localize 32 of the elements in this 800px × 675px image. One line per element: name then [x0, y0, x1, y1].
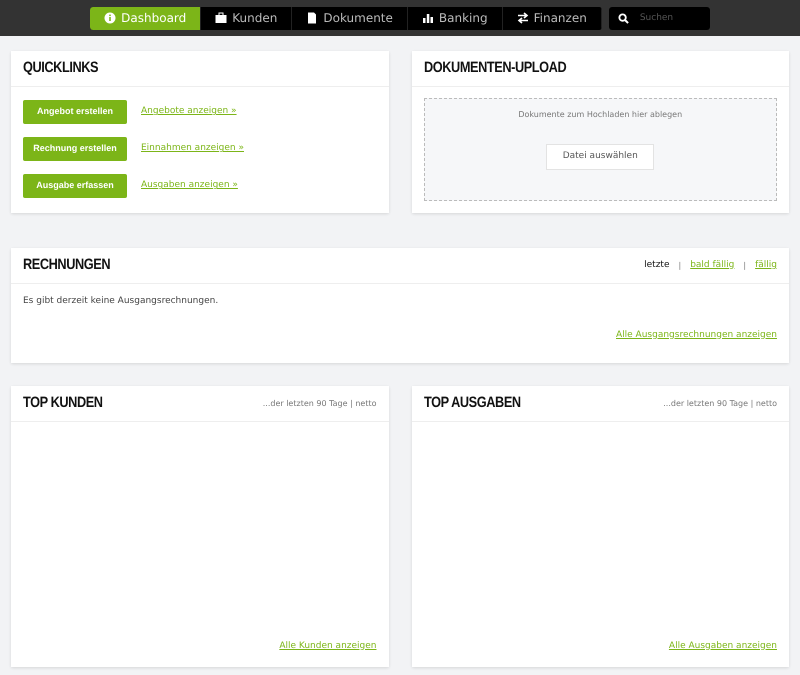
- card-subtitle: ...der letzten 90 Tage | netto: [663, 398, 777, 410]
- nav-tab[interactable]: Dashboard: [90, 6, 202, 30]
- filter-link[interactable]: fällig: [755, 258, 777, 272]
- card-title: RECHNUNGEN: [23, 255, 110, 276]
- link[interactable]: Angebote anzeigen »: [141, 105, 237, 119]
- drop-hint: Dokumente zum Hochladen hier ablegen: [518, 109, 682, 121]
- file-select-button[interactable]: Datei auswählen: [546, 144, 654, 170]
- empty-message: Es gibt derzeit keine Ausgangsrechnungen.: [22, 295, 220, 308]
- card-title: DOKUMENTEN-UPLOAD: [424, 58, 566, 78]
- filter-link[interactable]: bald fällig: [690, 258, 734, 272]
- document-icon: [306, 12, 318, 24]
- link[interactable]: Alle Kunden anzeigen: [279, 640, 376, 650]
- arrows-icon: [516, 12, 529, 24]
- search-field[interactable]: Suchen: [608, 6, 710, 30]
- card-title: TOP AUSGABEN: [424, 393, 520, 414]
- link[interactable]: Einnahmen anzeigen »: [141, 142, 244, 156]
- link[interactable]: Ausgaben anzeigen »: [141, 179, 238, 193]
- card-title: QUICKLINKS: [23, 58, 98, 78]
- separator: |: [743, 260, 746, 272]
- bar-chart-icon: [422, 12, 434, 24]
- info-icon: [104, 12, 116, 24]
- action-button[interactable]: Angebot erstellen: [23, 100, 127, 124]
- filter-link[interactable]: letzte: [644, 258, 670, 272]
- card-subtitle: ...der letzten 90 Tage | netto: [262, 398, 376, 410]
- link[interactable]: Alle Ausgangsrechnungen anzeigen: [616, 330, 777, 340]
- card-title: TOP KUNDEN: [23, 393, 103, 414]
- link[interactable]: Alle Ausgaben anzeigen: [668, 640, 777, 650]
- action-button[interactable]: Ausgabe erfassen: [23, 174, 127, 198]
- action-button[interactable]: Rechnung erstellen: [23, 137, 127, 161]
- briefcase-icon: [215, 12, 228, 24]
- separator: |: [678, 260, 682, 272]
- drop-zone[interactable]: Dokumente zum Hochladen hier ablegen Datei auswählen: [424, 98, 777, 201]
